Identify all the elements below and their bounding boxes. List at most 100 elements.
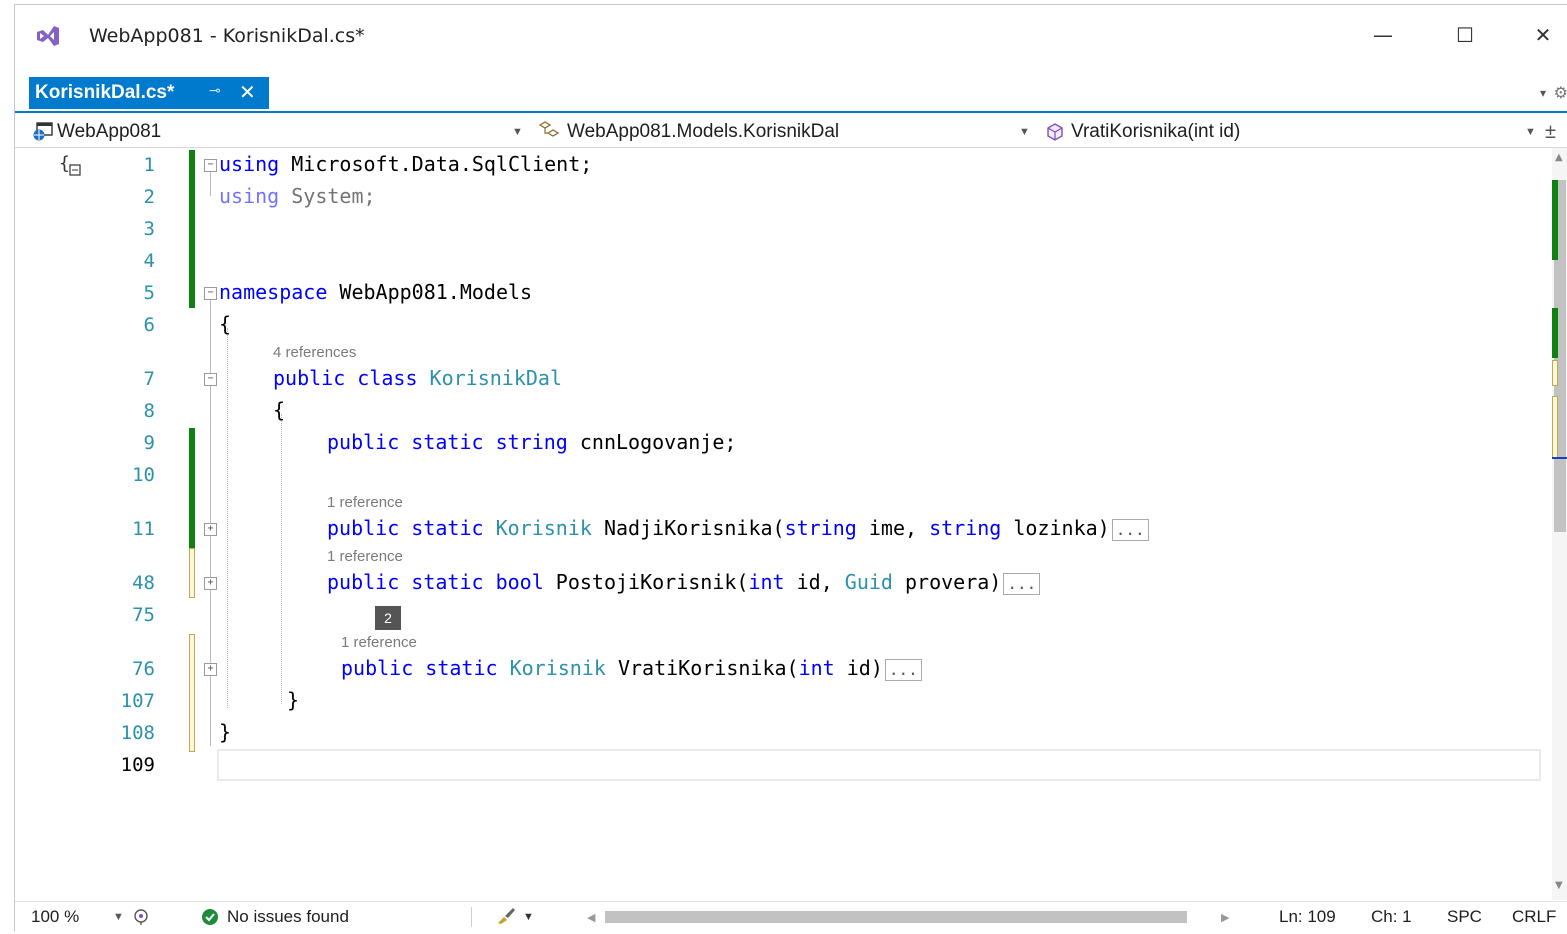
project-name: WebApp081 (57, 121, 162, 142)
codelens-references[interactable]: 4 references (273, 344, 356, 361)
scroll-up-icon[interactable]: ▲ (1555, 152, 1563, 163)
line-number: 7 (143, 368, 155, 390)
horizontal-scroll-thumb[interactable] (605, 911, 1187, 923)
brush-icon[interactable] (495, 906, 517, 926)
whitespace-indicator[interactable]: SPC (1447, 907, 1482, 927)
scroll-left-icon[interactable]: ◀ (587, 911, 595, 924)
editor-status-bar: 100 % ▼ No issues found ▼ ◀ ▶ Ln: 109 Ch… (15, 901, 1567, 932)
expand-toggle[interactable]: + (204, 577, 217, 590)
line-number-current: 109 (120, 754, 155, 776)
vs-logo-icon (37, 26, 59, 46)
scroll-down-icon[interactable]: ▼ (1555, 880, 1563, 891)
divider (471, 907, 472, 927)
line-ending-indicator[interactable]: CRLF (1512, 907, 1556, 927)
window-title: WebApp081 - KorisnikDal.cs* (89, 25, 365, 47)
fold-line (210, 296, 211, 746)
intellicode-icon[interactable] (131, 908, 151, 926)
line-number: 108 (120, 722, 155, 744)
line-number: 3 (143, 218, 155, 240)
collapse-toggle[interactable]: − (204, 287, 217, 300)
close-button[interactable]: ✕ (1523, 17, 1563, 53)
scroll-change-marker (1552, 308, 1558, 358)
chevron-down-icon[interactable]: ▼ (523, 911, 534, 923)
document-tab-strip: KorisnikDal.cs* ⊸ ✕ ▾ ⚙ (15, 77, 1567, 113)
line-number: 10 (132, 464, 155, 486)
tab-overflow-dropdown-icon[interactable]: ▾ (1540, 86, 1546, 100)
line-number: 48 (132, 572, 155, 594)
scroll-right-icon[interactable]: ▶ (1221, 911, 1229, 924)
line-number: 75 (132, 604, 155, 626)
project-icon (33, 122, 53, 141)
svg-text:{: { (59, 153, 70, 174)
method-icon (1047, 123, 1063, 141)
indent-guide (227, 328, 228, 708)
badge-count: 2 (375, 606, 401, 630)
expand-toggle[interactable]: + (204, 663, 217, 676)
expand-toggle[interactable]: + (204, 523, 217, 536)
code-line-9: public static string cnnLogovanje; (327, 430, 737, 454)
scroll-caret-marker (1552, 457, 1567, 459)
class-icon (538, 121, 560, 137)
chevron-down-icon[interactable]: ▼ (1019, 117, 1030, 147)
codelens-references[interactable]: 1 reference (341, 634, 417, 651)
zoom-dropdown-icon[interactable]: ▼ (113, 911, 124, 923)
code-line-48: public static bool PostojiKorisnik(int i… (327, 570, 1041, 595)
code-line-107: } (287, 688, 300, 712)
line-number: 9 (143, 432, 155, 454)
codelens-references[interactable]: 1 reference (327, 548, 403, 565)
collapse-toggle[interactable]: − (204, 159, 217, 172)
collapsed-region[interactable]: ... (1111, 518, 1149, 541)
change-marker-unsaved (189, 548, 195, 598)
issues-status[interactable]: No issues found (227, 907, 349, 927)
line-number: 1 (143, 154, 155, 176)
collapse-toggle[interactable]: − (204, 373, 217, 386)
line-number: 76 (132, 658, 155, 680)
code-line-108: } (219, 720, 232, 744)
zoom-level[interactable]: 100 % (31, 907, 79, 927)
chevron-down-icon[interactable]: ▼ (512, 117, 523, 147)
line-number: 6 (143, 314, 155, 336)
column-indicator[interactable]: Ch: 1 (1371, 907, 1412, 927)
code-line-1: using Microsoft.Data.SqlClient; (219, 152, 593, 176)
vertical-scrollbar[interactable]: ▲ ▼ (1552, 148, 1567, 900)
maximize-button[interactable]: ☐ (1445, 17, 1485, 53)
type-dropdown[interactable]: WebApp081.Models.KorisnikDal (537, 117, 1017, 147)
member-dropdown[interactable]: VratiKorisnika(int id) (1045, 117, 1525, 147)
code-line-11: public static Korisnik NadjiKorisnika(st… (327, 516, 1149, 541)
project-dropdown[interactable]: WebApp081 (33, 117, 533, 147)
change-marker-unsaved (189, 634, 195, 752)
scroll-change-marker (1552, 180, 1558, 260)
scroll-change-marker (1552, 360, 1558, 386)
chevron-down-icon[interactable]: ▼ (1525, 117, 1536, 147)
split-window-icon[interactable]: ± (1545, 117, 1556, 147)
fold-line (210, 168, 211, 196)
tab-korisnikdal[interactable]: KorisnikDal.cs* ⊸ ✕ (29, 77, 269, 109)
collapsed-region[interactable]: ... (1003, 572, 1041, 595)
minimize-button[interactable]: — (1363, 17, 1403, 53)
code-editor[interactable]: { 1 2 3 4 5 6 7 8 9 10 11 48 75 76 107 1… (15, 148, 1567, 900)
title-bar: WebApp081 - KorisnikDal.cs* — ☐ ✕ (15, 5, 1567, 67)
line-indicator[interactable]: Ln: 109 (1279, 907, 1336, 927)
line-number: 2 (143, 186, 155, 208)
change-marker-saved (189, 428, 195, 548)
namespace-icon: { (59, 153, 81, 176)
pin-icon[interactable]: ⊸ (209, 83, 221, 99)
tab-close-icon[interactable]: ✕ (239, 80, 256, 104)
tab-label: KorisnikDal.cs* (35, 82, 175, 103)
line-number: 5 (143, 282, 155, 304)
code-line-6: { (219, 312, 232, 336)
change-marker-saved (189, 150, 195, 308)
code-line-76: public static Korisnik VratiKorisnika(in… (341, 656, 922, 681)
code-line-2: using System; (219, 184, 376, 208)
indent-guide (281, 414, 282, 704)
ok-check-icon (202, 909, 218, 925)
line-number: 11 (132, 518, 155, 540)
code-line-7: public class KorisnikDal (273, 366, 562, 390)
gear-icon[interactable]: ⚙ (1554, 83, 1567, 102)
line-number: 8 (143, 400, 155, 422)
collapsed-region[interactable]: ... (884, 658, 922, 681)
codelens-references[interactable]: 1 reference (327, 494, 403, 511)
member-name: VratiKorisnika(int id) (1071, 121, 1241, 142)
line-number: 4 (143, 250, 155, 272)
line-number: 107 (120, 690, 155, 712)
